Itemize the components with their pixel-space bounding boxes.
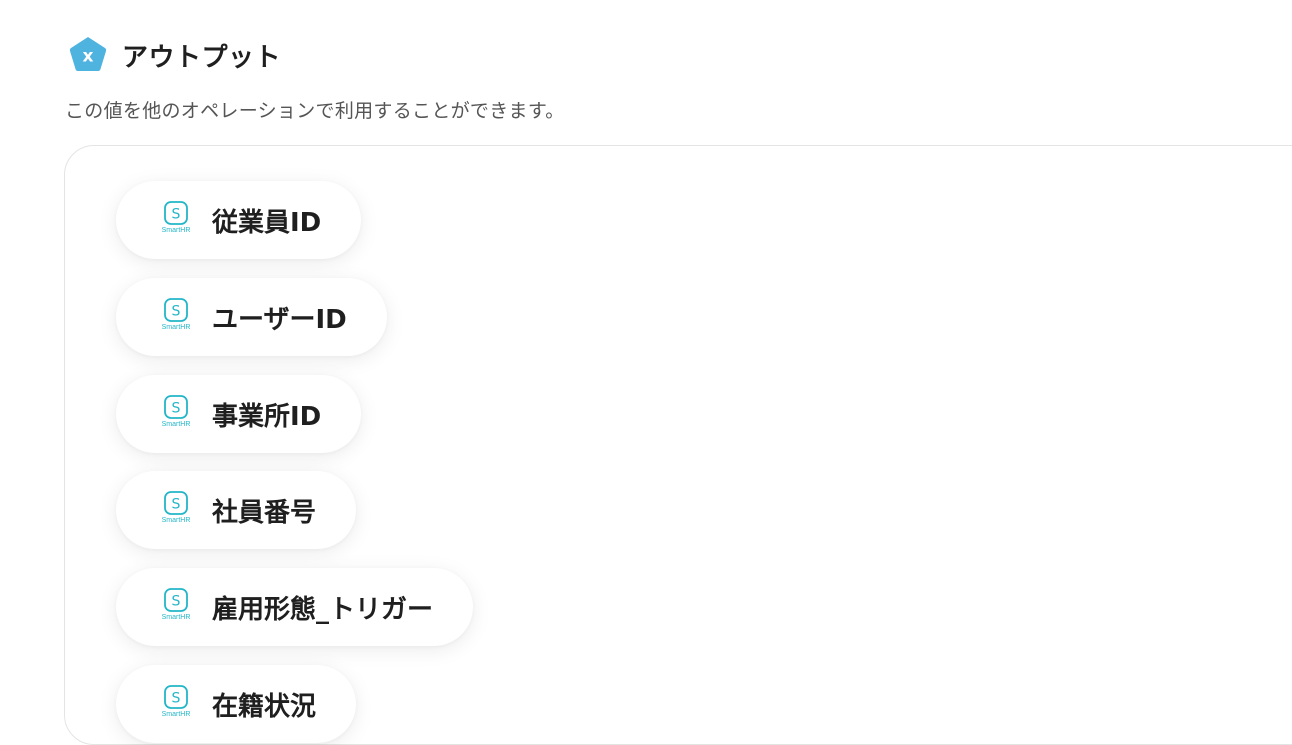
x-pentagon-icon: x [69, 37, 107, 71]
output-item-label: 社員番号 [212, 497, 317, 528]
output-item-chip[interactable]: S SmartHR 従業員ID [116, 181, 362, 259]
smarthr-logo-icon: S SmartHR [156, 684, 196, 724]
smarthr-logo-text: SmartHR [161, 711, 191, 718]
output-item-chip[interactable]: S SmartHR 雇用形態_トリガー [116, 568, 474, 646]
svg-text:S: S [172, 497, 181, 513]
svg-text:S: S [172, 594, 181, 610]
page-title: アウトプット [122, 42, 282, 73]
smarthr-logo-icon: S SmartHR [156, 200, 196, 240]
svg-text:S: S [172, 304, 181, 320]
smarthr-logo-text: SmartHR [161, 614, 191, 621]
smarthr-logo-icon: S SmartHR [156, 490, 196, 530]
output-item-chip[interactable]: S SmartHR ユーザーID [116, 278, 387, 356]
output-item-label: 事業所ID [212, 401, 322, 432]
svg-text:x: x [83, 47, 94, 67]
output-item-chip[interactable]: S SmartHR 在籍状況 [116, 665, 357, 743]
output-header: x アウトプット [68, 35, 281, 75]
output-item-chip[interactable]: S SmartHR 事業所ID [116, 375, 362, 453]
smarthr-logo-text: SmartHR [161, 227, 191, 234]
output-item-label: 在籍状況 [212, 691, 317, 722]
output-item-chip[interactable]: S SmartHR 社員番号 [116, 471, 357, 549]
svg-text:S: S [172, 401, 181, 417]
smarthr-logo-text: SmartHR [161, 324, 191, 331]
smarthr-logo-icon: S SmartHR [156, 297, 196, 337]
description-text: この値を他のオペレーションで利用することができます。 [65, 100, 565, 122]
output-item-label: 雇用形態_トリガー [212, 594, 434, 625]
smarthr-logo-icon: S SmartHR [156, 587, 196, 627]
smarthr-logo-text: SmartHR [161, 421, 191, 428]
output-item-label: 従業員ID [212, 207, 322, 238]
output-item-label: ユーザーID [212, 304, 347, 335]
svg-text:S: S [172, 207, 181, 223]
svg-text:S: S [172, 691, 181, 707]
smarthr-logo-icon: S SmartHR [156, 394, 196, 434]
smarthr-logo-text: SmartHR [161, 517, 191, 524]
